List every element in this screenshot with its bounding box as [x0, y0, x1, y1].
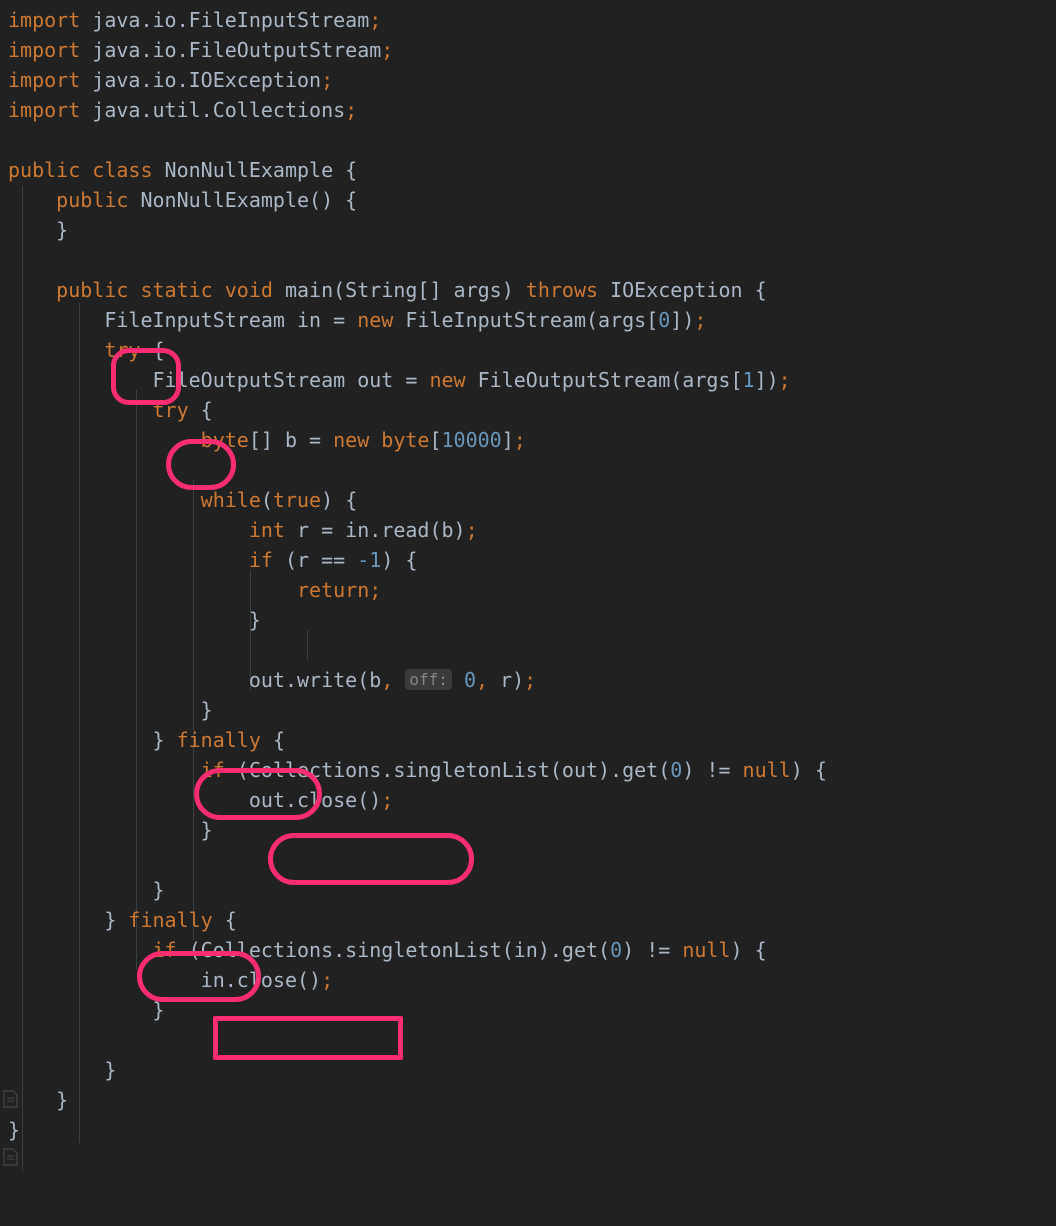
code-line-25[interactable]: } finally {: [0, 725, 1056, 755]
code-line-11[interactable]: FileInputStream in = new FileInputStream…: [0, 305, 1056, 335]
code-line-12[interactable]: try {: [0, 335, 1056, 365]
code-line-32[interactable]: if (Collections.singletonList(in).get(0)…: [0, 935, 1056, 965]
code-line-33[interactable]: in.close();: [0, 965, 1056, 995]
code-line-31[interactable]: } finally {: [0, 905, 1056, 935]
code-line-2[interactable]: import java.io.FileOutputStream;: [0, 35, 1056, 65]
code-line-20[interactable]: return;: [0, 575, 1056, 605]
code-line-8[interactable]: }: [0, 215, 1056, 245]
code-line-10[interactable]: public static void main(String[] args) t…: [0, 275, 1056, 305]
code-line-9[interactable]: [0, 245, 1056, 275]
code-line-28[interactable]: }: [0, 815, 1056, 845]
inline-parameter-hint-off[interactable]: off:: [405, 669, 452, 690]
code-line-21[interactable]: }: [0, 605, 1056, 635]
code-line-23[interactable]: out.write(b, off: 0, r);: [0, 665, 1056, 695]
code-line-15[interactable]: byte[] b = new byte[10000];: [0, 425, 1056, 455]
code-line-3[interactable]: import java.io.IOException;: [0, 65, 1056, 95]
code-line-26[interactable]: if (Collections.singletonList(out).get(0…: [0, 755, 1056, 785]
code-line-34[interactable]: }: [0, 995, 1056, 1025]
code-line-5[interactable]: [0, 125, 1056, 155]
code-line-13[interactable]: FileOutputStream out = new FileOutputStr…: [0, 365, 1056, 395]
code-line-22[interactable]: [0, 635, 1056, 665]
code-line-27[interactable]: out.close();: [0, 785, 1056, 815]
code-line-19[interactable]: if (r == -1) {: [0, 545, 1056, 575]
code-line-14[interactable]: try {: [0, 395, 1056, 425]
code-line-6[interactable]: public class NonNullExample {: [0, 155, 1056, 185]
code-line-17[interactable]: while(true) {: [0, 485, 1056, 515]
code-line-7[interactable]: public NonNullExample() {: [0, 185, 1056, 215]
code-line-24[interactable]: }: [0, 695, 1056, 725]
code-line-35[interactable]: [0, 1025, 1056, 1055]
code-editor-pane[interactable]: import java.io.FileInputStream; import j…: [0, 0, 1056, 1226]
code-line-16[interactable]: [0, 455, 1056, 485]
bookmark-icon[interactable]: [2, 1148, 18, 1166]
bookmark-icon[interactable]: [2, 1090, 18, 1108]
code-content[interactable]: import java.io.FileInputStream; import j…: [0, 0, 1056, 1145]
code-line-37[interactable]: }: [0, 1085, 1056, 1115]
code-line-36[interactable]: }: [0, 1055, 1056, 1085]
code-line-18[interactable]: int r = in.read(b);: [0, 515, 1056, 545]
code-line-38[interactable]: }: [0, 1115, 1056, 1145]
code-line-29[interactable]: [0, 845, 1056, 875]
code-line-4[interactable]: import java.util.Collections;: [0, 95, 1056, 125]
code-line-1[interactable]: import java.io.FileInputStream;: [0, 5, 1056, 35]
code-line-30[interactable]: }: [0, 875, 1056, 905]
